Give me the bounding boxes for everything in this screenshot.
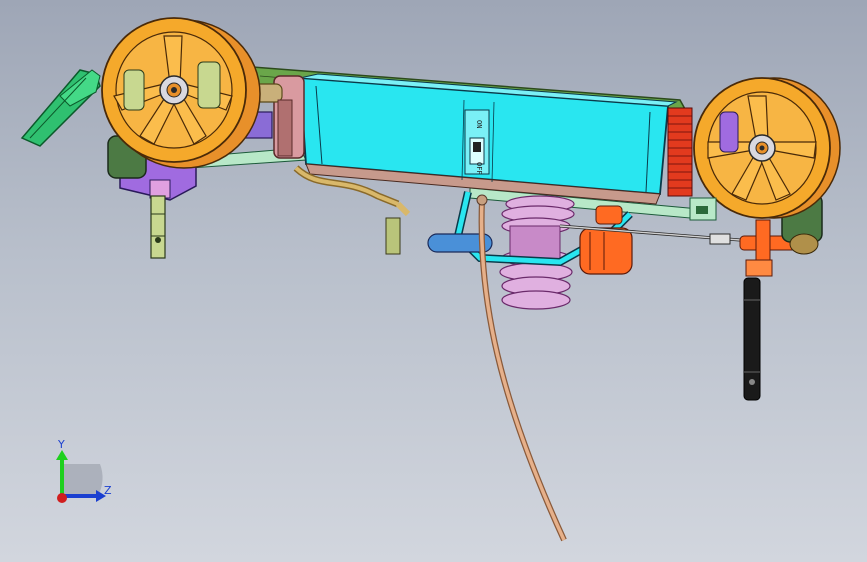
rear-axle[interactable] <box>743 277 761 401</box>
switch-label-on: ON <box>475 120 483 128</box>
switch-label-off: OFF <box>475 162 483 175</box>
z-axis-label: Z <box>104 484 112 497</box>
coordinate-triad: Y Z <box>56 438 112 503</box>
front-axle[interactable] <box>150 195 166 259</box>
cad-viewport[interactable]: ON OFF Y Z <box>0 0 867 562</box>
spur-gear[interactable] <box>667 107 693 197</box>
y-axis-label: Y <box>57 438 65 451</box>
engine-head[interactable] <box>499 195 575 310</box>
x-axis-marker <box>57 493 67 503</box>
rear-mount[interactable] <box>689 197 717 221</box>
rear-wheel[interactable] <box>693 77 841 219</box>
power-switch[interactable]: ON OFF <box>464 109 490 175</box>
front-bumper[interactable] <box>20 69 101 147</box>
rc-car-assembly[interactable]: ON OFF <box>20 17 841 542</box>
